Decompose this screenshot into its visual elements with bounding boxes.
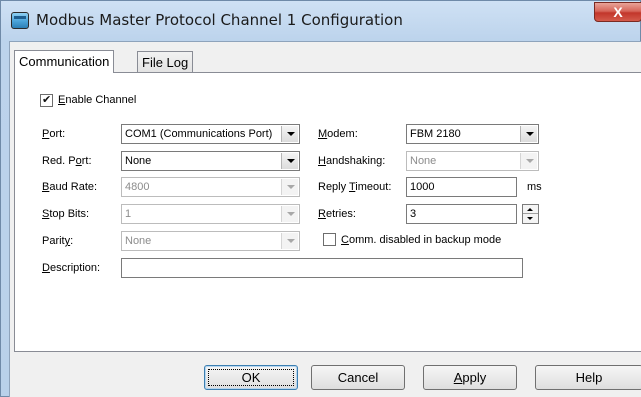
title-bar[interactable]: Modbus Master Protocol Channel 1 Configu… [1,1,641,41]
modem-select[interactable]: FBM 2180 [406,124,539,144]
modem-value: FBM 2180 [410,128,461,140]
tab-communication-label: Communication [19,54,110,69]
apply-button[interactable]: Apply [423,365,517,390]
stop-bits-value: 1 [125,208,132,220]
help-button[interactable]: Help [535,365,641,390]
chevron-down-icon [281,233,298,249]
retries-value: 3 [410,208,417,220]
dialog-window: Modbus Master Protocol Channel 1 Configu… [0,0,641,397]
parity-value: None [125,235,152,247]
comm-disabled-checkbox[interactable] [323,233,336,246]
ok-button[interactable]: OK [204,365,298,390]
enable-channel-label: Enable Channel [58,94,137,106]
handshaking-label: Handshaking: [318,155,386,167]
tab-file-log[interactable]: File Log [137,51,194,72]
red-port-value: None [125,155,152,167]
red-port-select[interactable]: None [121,151,300,171]
stop-bits-label: Stop Bits: [42,208,90,220]
tab-communication[interactable]: Communication [14,50,115,73]
stop-bits-select[interactable]: 1 [121,204,300,224]
parity-label: Parity: [42,235,74,247]
modem-label: Modem: [318,128,358,140]
close-icon: X [613,4,623,20]
tab-file-log-label: File Log [142,55,189,70]
spin-up-icon[interactable] [523,205,538,214]
description-input[interactable] [121,258,523,278]
retries-input[interactable]: 3 [406,204,517,224]
retries-spinner[interactable] [522,204,539,224]
handshaking-value: None [410,155,437,167]
apply-button-label: Apply [453,370,487,385]
handshaking-select[interactable]: None [406,151,539,171]
baud-rate-select[interactable]: 4800 [121,177,300,197]
focus-rect [208,369,294,386]
close-button[interactable]: X [594,2,641,22]
port-value: COM1 (Communications Port) [125,128,273,140]
cancel-button[interactable]: Cancel [311,365,405,390]
retries-label: Retries: [318,208,356,220]
chevron-down-icon[interactable] [281,126,298,142]
reply-timeout-unit: ms [527,181,542,193]
dialog-client-area: Communication File Log Enable Channel Po… [9,41,641,397]
chevron-down-icon [281,179,298,195]
chevron-down-icon [520,153,537,169]
baud-rate-value: 4800 [125,181,150,193]
baud-rate-label: Baud Rate: [42,181,98,193]
window-title: Modbus Master Protocol Channel 1 Configu… [36,11,403,29]
red-port-label: Red. Port: [42,155,92,167]
reply-timeout-input[interactable]: 1000 [406,177,517,197]
cancel-button-label: Cancel [337,370,379,385]
help-button-label: Help [575,370,603,385]
chevron-down-icon[interactable] [520,126,537,142]
comm-disabled-label: Comm. disabled in backup mode [341,234,502,246]
parity-select[interactable]: None [121,231,300,251]
communication-panel: Enable Channel Port: COM1 (Communication… [14,72,641,352]
port-label: Port: [42,128,66,140]
description-label: Description: [42,262,101,274]
reply-timeout-value: 1000 [410,181,435,193]
enable-channel-checkbox[interactable] [40,93,53,107]
spin-down-icon[interactable] [523,214,538,223]
chevron-down-icon[interactable] [281,153,298,169]
app-icon [11,12,29,29]
chevron-down-icon [281,206,298,222]
port-select[interactable]: COM1 (Communications Port) [121,124,300,144]
reply-timeout-label: Reply Timeout: [318,181,392,193]
